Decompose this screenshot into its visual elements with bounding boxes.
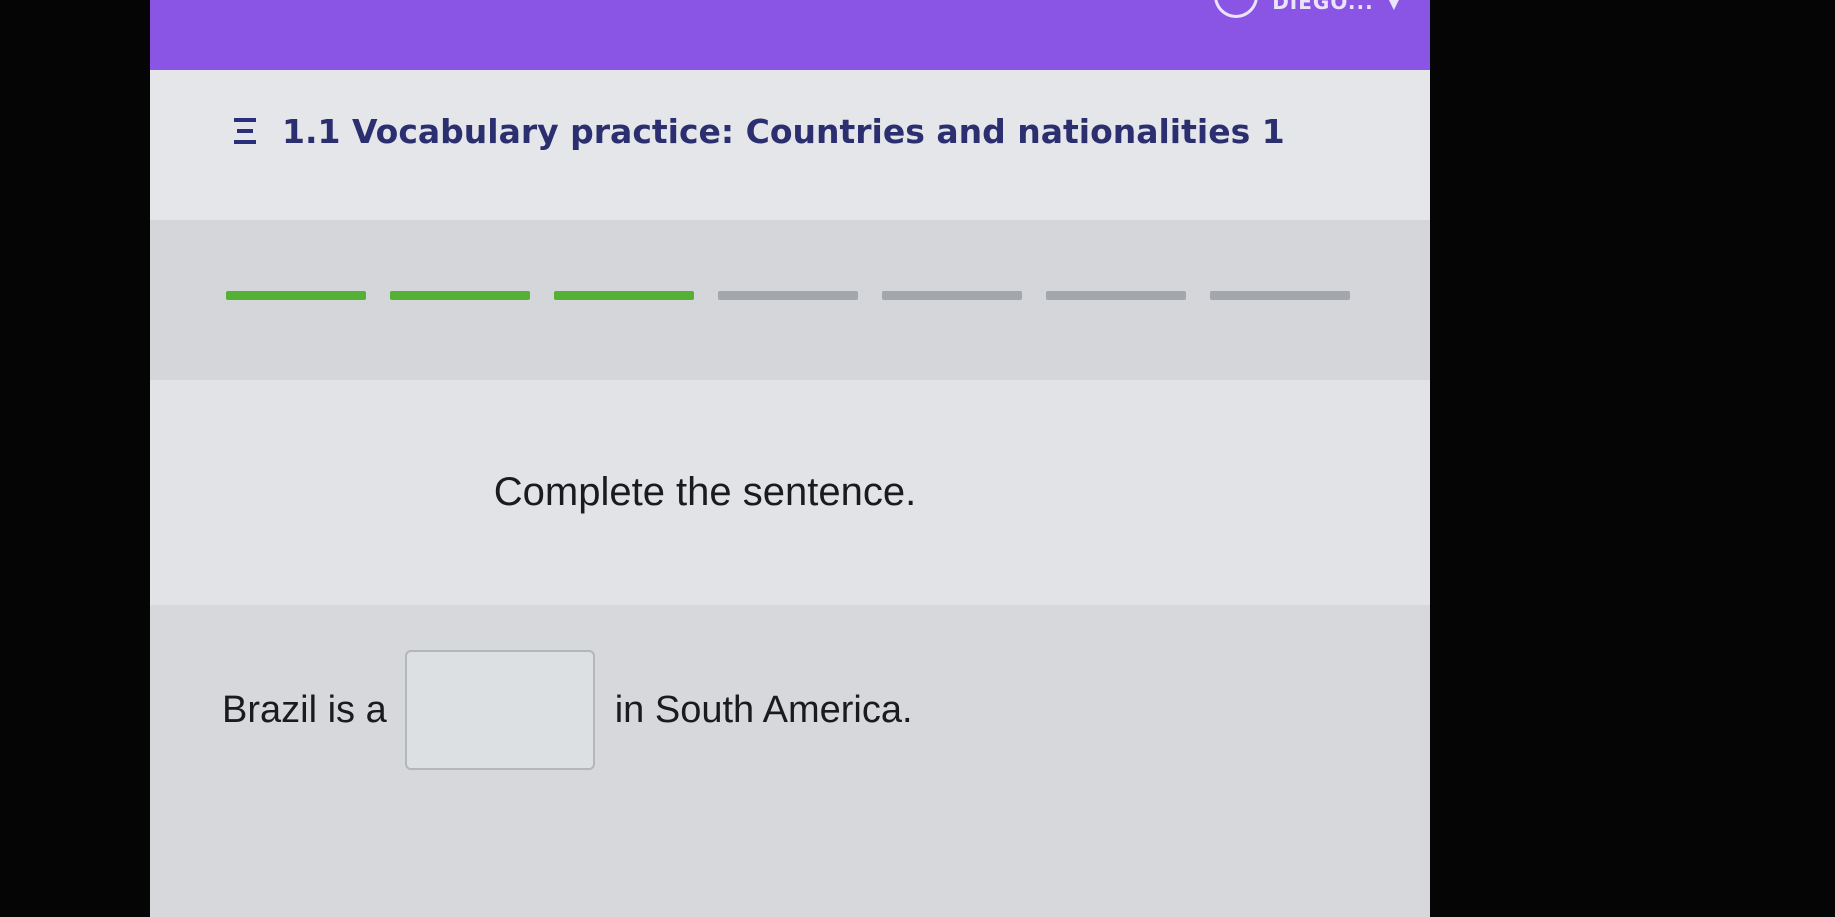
progress-segment [718, 291, 858, 300]
chevron-down-icon[interactable]: ▼ [1388, 0, 1400, 12]
user-avatar-icon[interactable] [1214, 0, 1259, 18]
sentence-prefix: Brazil is a [222, 688, 387, 731]
top-bar: DIEGO... ▼ [150, 0, 1430, 70]
answer-blank[interactable] [404, 650, 595, 770]
page-title: 1.1 Vocabulary practice: Countries and n… [282, 112, 1285, 151]
instruction-text: Complete the sentence. [493, 470, 917, 514]
exercise-screen: DIEGO... ▼ 1.1 Vocabulary practice: Coun… [150, 0, 1430, 917]
progress-segment [1210, 291, 1350, 300]
sentence-suffix: in South America. [614, 688, 913, 731]
progress-segment [390, 291, 530, 300]
progress-segment [882, 291, 1022, 300]
question-sentence: Brazil is a in South America. [222, 650, 913, 770]
progress-segment [1046, 291, 1186, 300]
progress-bar [226, 291, 1350, 300]
progress-segment [554, 291, 694, 300]
progress-section [150, 220, 1430, 380]
progress-segment [226, 291, 366, 300]
username[interactable]: DIEGO... [1272, 0, 1373, 14]
user-menu[interactable]: DIEGO... ▼ [1214, 0, 1400, 18]
menu-icon[interactable] [234, 118, 256, 148]
